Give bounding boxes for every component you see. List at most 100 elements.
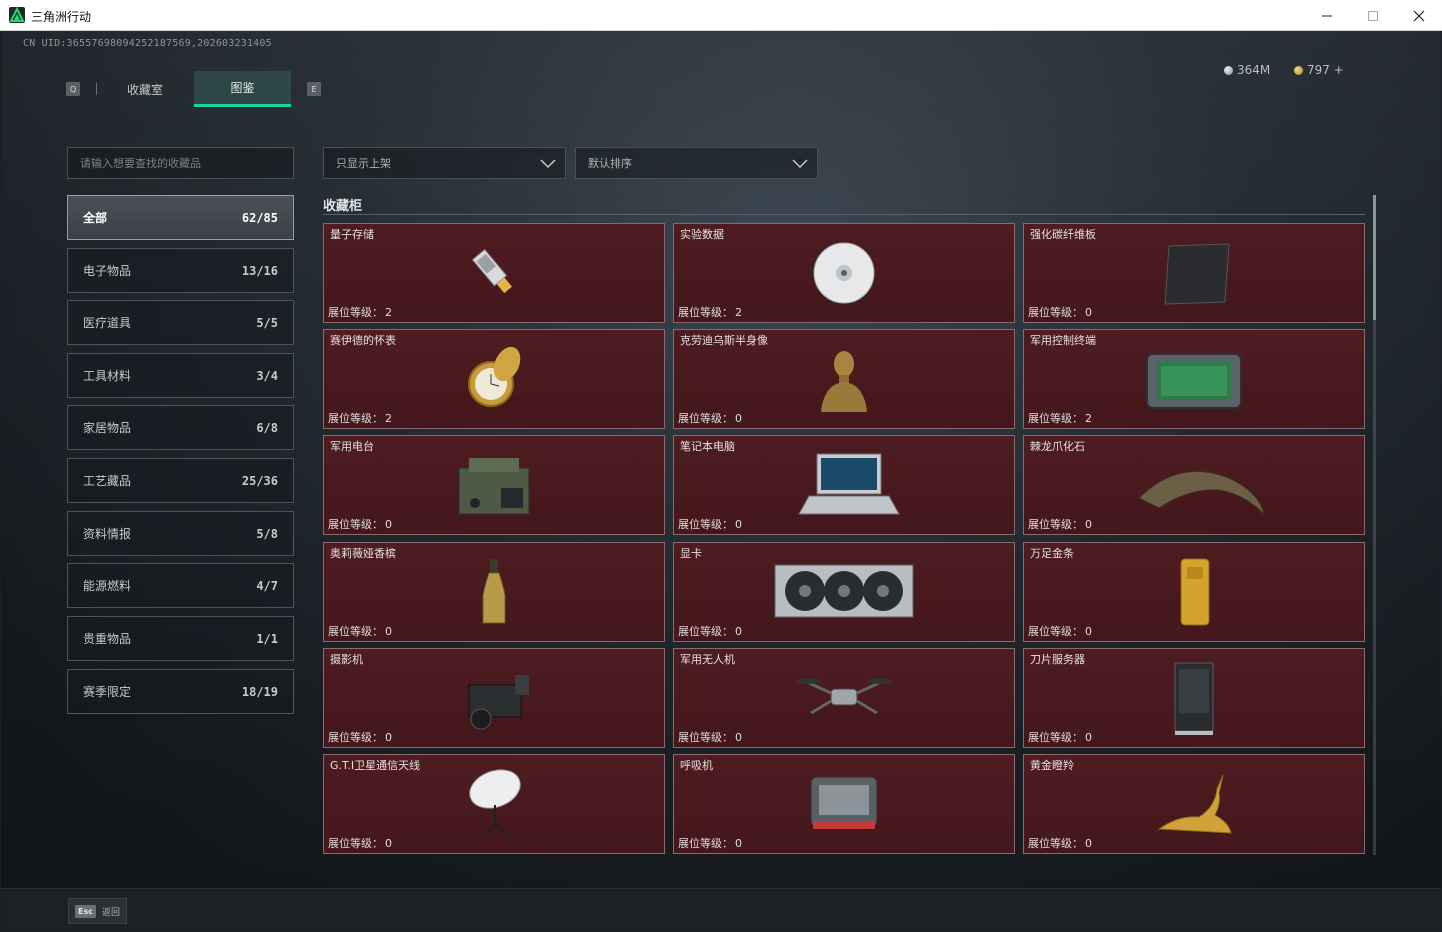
category-count: 1/1 xyxy=(256,631,278,646)
level-value: 0 xyxy=(1085,518,1092,531)
level-label: 展位等级： xyxy=(1028,412,1083,425)
collection-card[interactable]: 军用电台 展位等级： 0 xyxy=(323,435,665,535)
esc-key: Esc xyxy=(75,904,96,918)
carbon-plate-icon xyxy=(1119,236,1269,310)
collection-card[interactable]: 笔记本电脑 展位等级： 0 xyxy=(673,435,1015,535)
level-value: 0 xyxy=(1085,625,1092,638)
category-item[interactable]: 电子物品 13/16 xyxy=(67,248,294,293)
currency-gold-value: 797 + xyxy=(1307,63,1344,77)
category-count: 5/5 xyxy=(256,315,278,330)
item-grid: 量子存储 展位等级： 2 实验数据 展位等级： 2 强化碳纤维板 展位等级： 0 赛伊德的怀表 展位… xyxy=(323,223,1365,855)
usb-drive-icon xyxy=(419,236,569,310)
tab-catalog[interactable]: 图鉴 xyxy=(194,71,291,107)
card-level: 展位等级： 0 xyxy=(678,516,742,532)
champagne-icon xyxy=(419,555,569,629)
maximize-button[interactable] xyxy=(1350,0,1396,31)
level-value: 0 xyxy=(735,837,742,850)
collection-card[interactable]: 实验数据 展位等级： 2 xyxy=(673,223,1015,323)
category-item[interactable]: 能源燃料 4/7 xyxy=(67,563,294,608)
category-item[interactable]: 工艺藏品 25/36 xyxy=(67,458,294,503)
scroll-thumb[interactable] xyxy=(1373,195,1376,320)
chevron-down-icon xyxy=(792,159,808,169)
card-name: 刀片服务器 xyxy=(1030,653,1085,666)
display-filter-dropdown[interactable]: 只显示上架 xyxy=(323,147,566,179)
close-button[interactable] xyxy=(1396,0,1442,31)
card-name: 军用无人机 xyxy=(680,653,735,666)
minimize-button[interactable] xyxy=(1304,0,1350,31)
tab-collection-room[interactable]: 收藏室 xyxy=(97,71,193,107)
gold-gazelle-icon xyxy=(1119,767,1269,841)
ventilator-icon xyxy=(769,767,919,841)
radio-icon xyxy=(419,448,569,522)
level-value: 0 xyxy=(385,837,392,850)
collection-card[interactable]: 摄影机 展位等级： 0 xyxy=(323,648,665,748)
category-label: 贵重物品 xyxy=(83,632,132,646)
level-label: 展位等级： xyxy=(678,412,733,425)
card-level: 展位等级： 0 xyxy=(328,623,392,639)
camera-icon xyxy=(419,661,569,735)
category-item[interactable]: 全部 62/85 xyxy=(67,195,294,240)
category-label: 工具材料 xyxy=(83,369,132,383)
level-value: 0 xyxy=(385,731,392,744)
satellite-dish-icon xyxy=(419,767,569,841)
level-value: 2 xyxy=(385,306,392,319)
category-item[interactable]: 资料情报 5/8 xyxy=(67,511,294,556)
category-item[interactable]: 医疗道具 5/5 xyxy=(67,300,294,345)
level-label: 展位等级： xyxy=(328,625,383,638)
level-label: 展位等级： xyxy=(678,306,733,319)
bust-icon xyxy=(769,342,919,416)
currency-silver-value: 364M xyxy=(1237,63,1271,77)
category-label: 电子物品 xyxy=(83,264,132,278)
category-label: 能源燃料 xyxy=(83,579,132,593)
category-count: 5/8 xyxy=(256,526,278,541)
collection-card[interactable]: G.T.I卫星通信天线 展位等级： 0 xyxy=(323,754,665,854)
collection-card[interactable]: 军用控制终端 展位等级： 2 xyxy=(1023,329,1365,429)
level-value: 0 xyxy=(1085,731,1092,744)
level-label: 展位等级： xyxy=(1028,731,1083,744)
card-level: 展位等级： 2 xyxy=(328,304,392,320)
collection-card[interactable]: 强化碳纤维板 展位等级： 0 xyxy=(1023,223,1365,323)
currency-silver: 364M xyxy=(1224,63,1270,77)
card-name: 显卡 xyxy=(680,547,702,560)
sort-dropdown[interactable]: 默认排序 xyxy=(575,147,818,179)
category-item[interactable]: 贵重物品 1/1 xyxy=(67,616,294,661)
collection-card[interactable]: 棘龙爪化石 展位等级： 0 xyxy=(1023,435,1365,535)
scrollbar[interactable] xyxy=(1373,195,1376,855)
level-label: 展位等级： xyxy=(328,412,383,425)
category-item[interactable]: 工具材料 3/4 xyxy=(67,353,294,398)
card-name: 摄影机 xyxy=(330,653,363,666)
disc-icon xyxy=(769,236,919,310)
category-item[interactable]: 家居物品 6/8 xyxy=(67,405,294,450)
level-label: 展位等级： xyxy=(328,518,383,531)
level-value: 0 xyxy=(735,412,742,425)
collection-card[interactable]: 显卡 展位等级： 0 xyxy=(673,542,1015,642)
category-label: 资料情报 xyxy=(83,527,132,541)
category-item[interactable]: 赛季限定 18/19 xyxy=(67,669,294,714)
gold-coin-icon xyxy=(1294,65,1303,75)
graphics-card-icon xyxy=(769,555,919,629)
collection-card[interactable]: 量子存储 展位等级： 2 xyxy=(323,223,665,323)
currency-gold[interactable]: 797 + xyxy=(1294,63,1344,77)
collection-card[interactable]: 军用无人机 展位等级： 0 xyxy=(673,648,1015,748)
category-label: 赛季限定 xyxy=(83,685,132,699)
card-level: 展位等级： 0 xyxy=(328,516,392,532)
section-title: 收藏柜 xyxy=(323,199,363,214)
level-value: 0 xyxy=(385,518,392,531)
collection-card[interactable]: 呼吸机 展位等级： 0 xyxy=(673,754,1015,854)
card-level: 展位等级： 0 xyxy=(328,835,392,851)
player-uid: CN UID:3655769809425218​7569,20260323140… xyxy=(23,38,272,49)
card-level: 展位等级： 0 xyxy=(678,835,742,851)
window-titlebar: 三角洲行动 xyxy=(0,0,1442,31)
collection-card[interactable]: 奥莉薇娅香槟 展位等级： 0 xyxy=(323,542,665,642)
card-name: 万足金条 xyxy=(1030,547,1074,560)
collection-card[interactable]: 刀片服务器展位等级： 0 xyxy=(1023,648,1365,748)
search-input[interactable]: 请输入想要查找的收藏品 xyxy=(67,147,294,179)
card-name: 棘龙爪化石 xyxy=(1030,440,1085,453)
collection-card[interactable]: 黄金瞪羚 展位等级： 0 xyxy=(1023,754,1365,854)
collection-card[interactable]: 万足金条 展位等级： 0 xyxy=(1023,542,1365,642)
card-level: 展位等级： 2 xyxy=(328,410,392,426)
collection-card[interactable]: 赛伊德的怀表 展位等级： 2 xyxy=(323,329,665,429)
gold-bar-icon xyxy=(1119,555,1269,629)
back-button[interactable]: Esc 返回 xyxy=(68,898,127,924)
collection-card[interactable]: 克劳迪乌斯半身像 展位等级： 0 xyxy=(673,329,1015,429)
